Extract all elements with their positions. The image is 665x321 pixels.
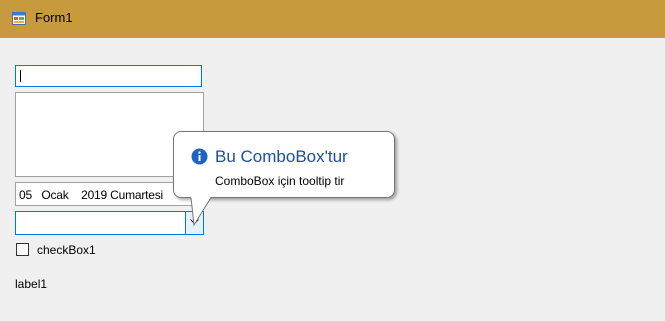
text-caret (20, 70, 21, 82)
tooltip-text: ComboBox için tooltip tir (215, 174, 345, 188)
tooltip-title: Bu ComboBox'tur (215, 147, 348, 166)
tooltip-balloon: Bu ComboBox'tur ComboBox için tooltip ti… (173, 131, 395, 198)
app-icon (12, 12, 26, 25)
form-window: Form1 05 Ocak 2019 Cumartesi checkBox1 l… (0, 0, 665, 321)
text-input[interactable] (15, 65, 202, 87)
info-icon (191, 148, 208, 165)
checkbox[interactable] (16, 243, 29, 256)
combobox[interactable] (15, 211, 204, 235)
date-value: 05 Ocak 2019 Cumartesi (19, 188, 164, 202)
checkbox-label[interactable]: checkBox1 (37, 243, 96, 257)
title-bar[interactable]: Form1 (0, 0, 665, 38)
static-label: label1 (15, 277, 48, 291)
window-title: Form1 (35, 10, 73, 25)
tooltip-pointer (190, 197, 212, 227)
